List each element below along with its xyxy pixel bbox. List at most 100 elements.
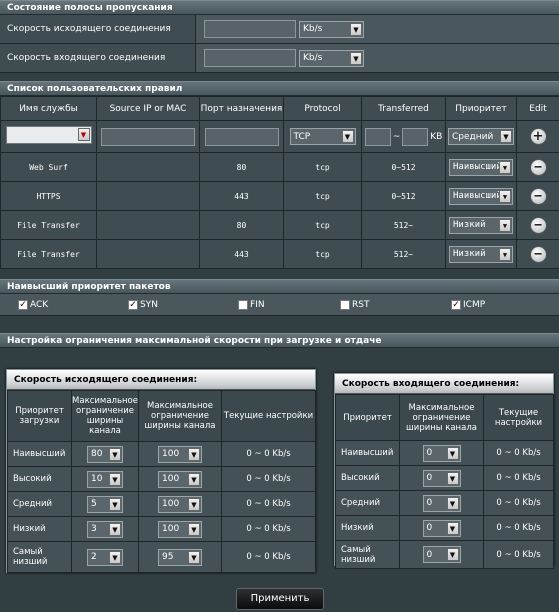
- flag-rst[interactable]: RST: [340, 299, 369, 310]
- current-cell: 0 ~ 0 Kb/s: [483, 490, 554, 516]
- fin-checkbox[interactable]: [238, 299, 248, 310]
- col-header-max-limit: Максимальное ограничение ширины канала: [399, 394, 484, 441]
- delete-rule-button[interactable]: −: [529, 158, 547, 176]
- upload-unit-select[interactable]: Kb/s ▼: [299, 20, 364, 38]
- max-limit-select[interactable]: 0 ▼: [422, 546, 461, 563]
- min-cell: 5 ▼: [71, 491, 139, 517]
- edit-cell: −: [516, 152, 559, 182]
- download-speed-input[interactable]: [204, 49, 296, 67]
- ack-checkbox[interactable]: ✓: [18, 299, 28, 310]
- download-speed-row: Скорость входящего соединения Kb/s ▼: [0, 44, 559, 73]
- table-row: Низкий 3 ▼ 100 ▼ 0 ~ 0 Kb/s: [7, 516, 316, 542]
- current-cell: 0 ~ 0 Kb/s: [483, 540, 554, 569]
- icmp-checkbox[interactable]: ✓: [451, 299, 461, 310]
- source-cell: [96, 181, 200, 211]
- delete-rule-button[interactable]: −: [529, 216, 547, 234]
- max-limit-select[interactable]: 0 ▼: [422, 444, 461, 462]
- col-header-current: Текущие настройки: [221, 390, 316, 442]
- new-edit-cell: +: [516, 120, 559, 153]
- source-cell: [96, 239, 200, 269]
- priority-cell: Самый низший: [335, 540, 400, 569]
- new-priority-cell: Средний ▼: [445, 120, 517, 153]
- syn-checkbox[interactable]: ✓: [128, 299, 138, 310]
- transferred-cell: 0~512: [361, 181, 446, 211]
- table-row: Низкий 0 ▼ 0 ~ 0 Kb/s: [335, 515, 554, 541]
- col-header-current: Текущие настройки: [483, 394, 554, 441]
- table-row: File Transfer 443 tcp 512~ Низкий ▼ −: [0, 239, 559, 269]
- upload-unit-value: Kb/s: [303, 24, 323, 34]
- priority-cell: Средний: [7, 491, 72, 517]
- max-limit-value: 100: [162, 474, 180, 484]
- max-cell: 0 ▼: [399, 540, 484, 569]
- range-separator: ~: [392, 131, 401, 142]
- upload-speed-input[interactable]: [204, 20, 296, 38]
- rule-priority-select[interactable]: Наивысший ▼: [449, 158, 513, 176]
- source-cell: [96, 210, 200, 240]
- priority-cell: Высокий: [335, 465, 400, 491]
- port-cell: 80: [199, 152, 284, 182]
- max-limit-select[interactable]: 0 ▼: [422, 519, 461, 537]
- new-port-cell: [199, 120, 284, 153]
- service-select[interactable]: ▼: [5, 126, 92, 144]
- chevron-down-icon: ▼: [350, 22, 362, 36]
- flag-syn[interactable]: ✓ SYN: [128, 299, 158, 310]
- max-limit-select[interactable]: 0 ▼: [422, 469, 461, 487]
- download-speed-label: Скорость входящего соединения: [0, 44, 196, 72]
- min-limit-select[interactable]: 5 ▼: [87, 495, 123, 513]
- max-limit-select[interactable]: 95 ▼: [158, 548, 202, 566]
- max-limit-select[interactable]: 0 ▼: [422, 494, 461, 512]
- packet-flags-row: ✓ ACK ✓ SYN FIN RST ✓ ICMP: [0, 294, 559, 316]
- priority-select[interactable]: Средний ▼: [448, 128, 514, 145]
- chevron-down-icon: ▼: [77, 128, 90, 141]
- priority-cell: Наивысший: [7, 441, 72, 467]
- priority-value: Средний: [452, 131, 494, 142]
- max-cell: 100 ▼: [138, 441, 222, 467]
- upload-speed-row: Скорость исходящего соединения Kb/s ▼: [0, 15, 559, 44]
- flag-ack[interactable]: ✓ ACK: [18, 299, 48, 310]
- source-ip-input[interactable]: [101, 127, 195, 146]
- chevron-down-icon: ▼: [188, 550, 200, 564]
- max-limit-select[interactable]: 100 ▼: [158, 495, 202, 513]
- download-limits-panel: Скорость входящего соединения: Приоритет…: [334, 373, 554, 569]
- rule-priority-select[interactable]: Наивысший ▼: [449, 187, 513, 205]
- chevron-down-icon: ▼: [499, 160, 511, 174]
- add-rule-button[interactable]: +: [529, 128, 547, 145]
- delete-rule-button[interactable]: −: [529, 187, 547, 205]
- chevron-down-icon: ▼: [446, 471, 459, 485]
- rules-section-title: Список пользовательских правил: [0, 81, 559, 96]
- dest-port-input[interactable]: [204, 127, 279, 146]
- service-cell: Web Surf: [0, 152, 97, 182]
- min-limit-select[interactable]: 80 ▼: [87, 445, 123, 463]
- upload-panel-title: Скорость исходящего соединения:: [7, 370, 315, 390]
- chevron-down-icon: ▼: [499, 218, 511, 232]
- rule-priority-select[interactable]: Низкий ▼: [449, 216, 513, 234]
- max-limit-select[interactable]: 100 ▼: [158, 470, 202, 488]
- apply-button[interactable]: Применить: [236, 588, 324, 610]
- protocol-select[interactable]: TCP ▼: [289, 128, 356, 145]
- max-limit-value: 0: [426, 448, 433, 458]
- download-unit-select[interactable]: Kb/s ▼: [299, 49, 364, 67]
- minus-icon: −: [534, 188, 542, 204]
- transferred-to-input[interactable]: [402, 127, 429, 146]
- current-cell: 0 ~ 0 Kb/s: [221, 466, 316, 492]
- rule-priority-select[interactable]: Низкий ▼: [449, 245, 513, 263]
- priority-cell: Наивысший ▼: [445, 181, 517, 211]
- max-cell: 0 ▼: [399, 465, 484, 491]
- new-source-cell: [96, 120, 200, 153]
- min-limit-select[interactable]: 10 ▼: [87, 470, 123, 488]
- min-limit-value: 3: [91, 524, 97, 534]
- max-limit-select[interactable]: 100 ▼: [158, 445, 202, 463]
- table-row: HTTPS 443 tcp 0~512 Наивысший ▼ −: [0, 181, 559, 211]
- flag-icmp[interactable]: ✓ ICMP: [451, 299, 485, 310]
- col-header-priority: Приоритет: [445, 96, 517, 121]
- rst-checkbox[interactable]: [340, 299, 350, 310]
- flag-fin[interactable]: FIN: [238, 299, 265, 310]
- max-limit-select[interactable]: 100 ▼: [158, 520, 202, 538]
- min-cell: 80 ▼: [71, 441, 139, 467]
- min-limit-select[interactable]: 2 ▼: [87, 548, 123, 566]
- transferred-from-input[interactable]: [364, 127, 391, 146]
- protocol-value: TCP: [293, 131, 311, 142]
- min-limit-select[interactable]: 3 ▼: [87, 520, 123, 538]
- table-row: Высокий 0 ▼ 0 ~ 0 Kb/s: [335, 465, 554, 491]
- delete-rule-button[interactable]: −: [529, 245, 547, 263]
